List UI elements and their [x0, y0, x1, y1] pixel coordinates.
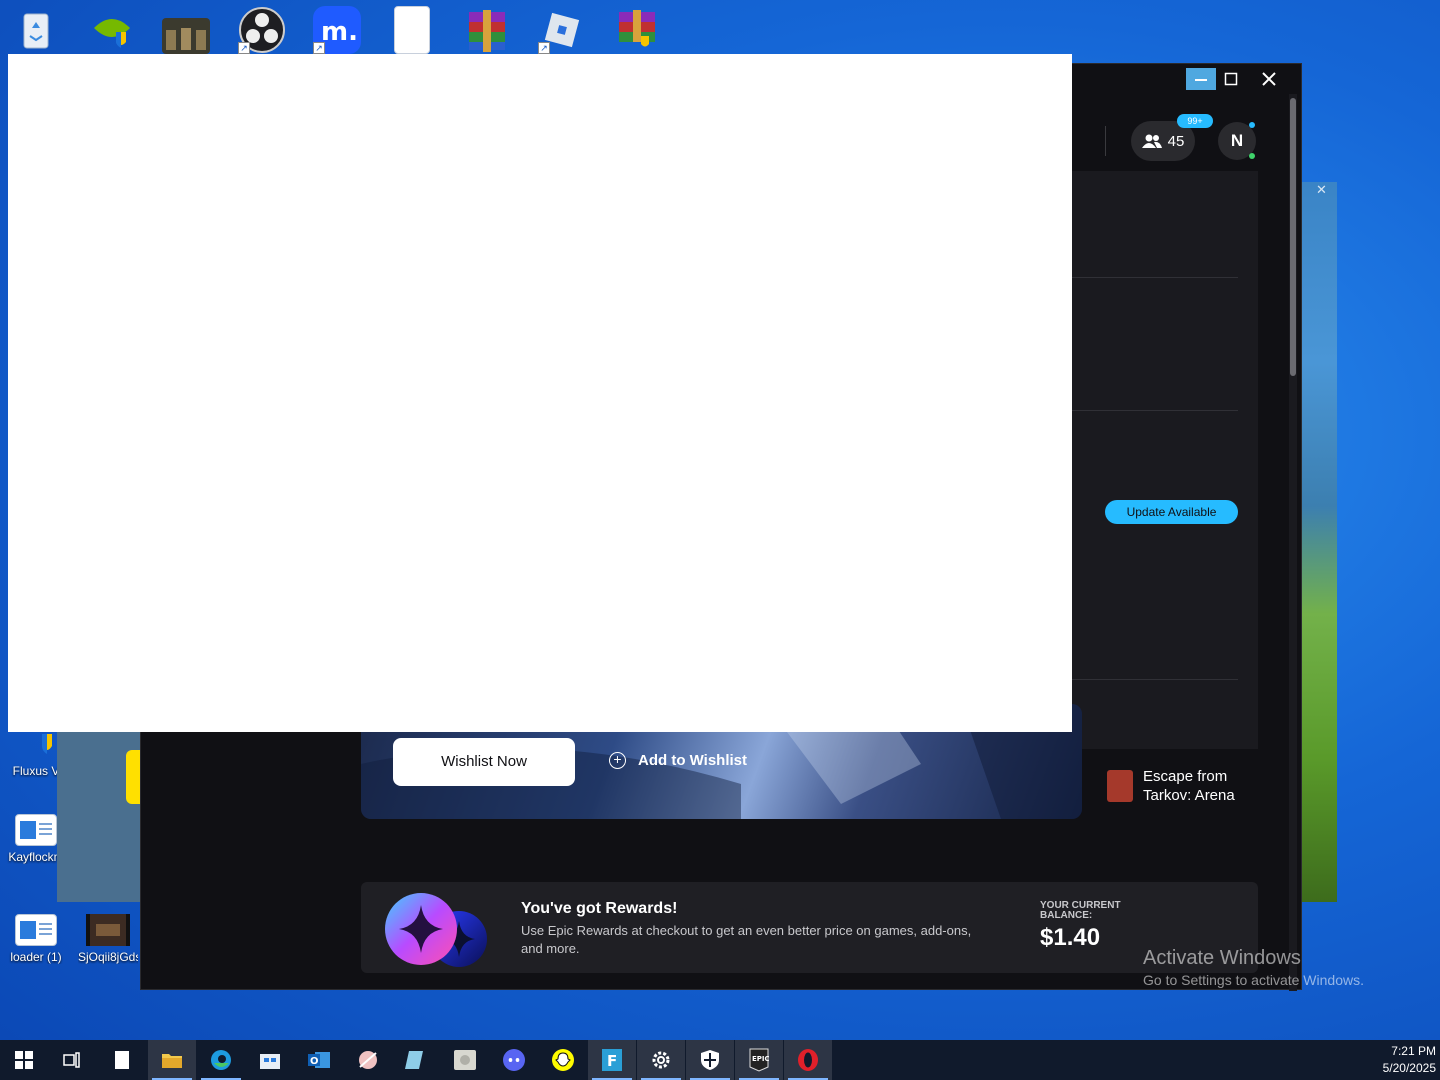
wishlist-now-button[interactable]: Wishlist Now	[393, 738, 575, 786]
add-circle-icon: +	[609, 752, 626, 769]
blank-window[interactable]	[8, 54, 1072, 732]
notebook-icon	[405, 1051, 423, 1069]
svg-text:O: O	[310, 1056, 319, 1067]
start-icon	[15, 1051, 33, 1069]
taskbar-settings[interactable]	[637, 1040, 685, 1080]
add-to-wishlist-button[interactable]: + Add to Wishlist	[609, 752, 747, 769]
photo-thumbnail-icon	[162, 18, 210, 54]
clock-time: 7:21 PM	[1391, 1044, 1436, 1058]
task-view-button[interactable]	[48, 1040, 96, 1080]
activate-windows-watermark: Activate Windows Go to Settings to activ…	[1143, 947, 1364, 988]
shield-icon	[12, 730, 60, 778]
desktop-icon-motrix[interactable]: m. ↗	[307, 6, 367, 54]
desktop-icon-label: loader (1)	[10, 950, 62, 964]
sidebar-game-title[interactable]: Escape from Tarkov: Arena	[1143, 767, 1253, 805]
edge-icon	[211, 1050, 231, 1070]
taskbar-epic-games[interactable]: EPIC	[735, 1040, 783, 1080]
security-icon	[701, 1050, 719, 1070]
discord-icon	[503, 1049, 525, 1071]
opera-icon	[798, 1049, 818, 1071]
desktop-icon-nvidia[interactable]	[82, 6, 142, 54]
balance-value: $1.40	[1040, 924, 1101, 951]
obs-studio-icon: ↗	[238, 6, 286, 54]
snipping-icon	[359, 1051, 377, 1069]
svg-text:F: F	[607, 1052, 617, 1070]
desktop-icon-obs[interactable]: ↗	[232, 6, 292, 54]
rewards-description: Use Epic Rewards at checkout to get an e…	[521, 923, 972, 956]
desktop-icon-roblox[interactable]: ↗	[532, 6, 592, 54]
notification-dot	[1249, 122, 1255, 128]
shortcut-arrow-icon: ↗	[538, 42, 550, 54]
minimize-button[interactable]	[1186, 68, 1216, 90]
outlook-icon: O	[308, 1052, 330, 1068]
taskbar-disc-image[interactable]	[441, 1040, 489, 1080]
taskbar-opera[interactable]	[784, 1040, 832, 1080]
taskbar-edge[interactable]	[197, 1040, 245, 1080]
svg-text:m.: m.	[321, 17, 358, 47]
nvidia-shield-icon	[88, 6, 136, 54]
scrollbar-thumb[interactable]	[1290, 98, 1296, 376]
disc-image-icon	[454, 1050, 476, 1070]
taskbar-security[interactable]	[686, 1040, 734, 1080]
taskbar-file-explorer[interactable]	[148, 1040, 196, 1080]
task-view-icon	[63, 1052, 80, 1068]
update-available-button[interactable]: Update Available	[1105, 500, 1238, 524]
clock-date: 5/20/2025	[1382, 1061, 1436, 1075]
desktop-icon-recycle-bin[interactable]	[6, 6, 66, 54]
game-thumbnail[interactable]	[1107, 770, 1133, 802]
taskbar-files[interactable]: F	[588, 1040, 636, 1080]
store-icon	[260, 1054, 280, 1069]
rewards-banner[interactable]: You've got Rewards! Use Epic Rewards at …	[361, 882, 1258, 973]
roblox-icon: ↗	[538, 6, 586, 54]
shortcut-arrow-icon: ↗	[313, 42, 325, 54]
settings-icon	[652, 1051, 670, 1069]
desktop-icon-winrar-1[interactable]	[457, 6, 517, 54]
taskbar-outlook[interactable]: O	[295, 1040, 343, 1080]
recycle-bin-icon	[12, 6, 60, 54]
files-app-icon: F	[602, 1049, 622, 1071]
desktop-icon-loader[interactable]: loader (1)	[6, 914, 66, 964]
watermark-title: Activate Windows	[1143, 947, 1301, 969]
desktop-icon-document[interactable]	[382, 6, 442, 54]
notepad-icon	[115, 1051, 129, 1069]
watermark-subtitle: Go to Settings to activate Windows.	[1143, 972, 1364, 988]
motrix-icon: m. ↗	[313, 6, 361, 54]
friends-count: 45	[1167, 132, 1185, 150]
video-thumbnail-icon	[86, 914, 130, 946]
desktop-icon-label: SjOqii8jGds.	[78, 950, 138, 964]
desktop-icon-photo[interactable]	[156, 6, 216, 54]
file-explorer-icon	[162, 1054, 182, 1068]
desktop-icon-video[interactable]: SjOqii8jGds.	[78, 914, 138, 964]
taskbar-notebook[interactable]	[392, 1040, 440, 1080]
taskbar-snapchat[interactable]	[539, 1040, 587, 1080]
header-divider	[1105, 126, 1106, 156]
close-button[interactable]	[1254, 68, 1284, 90]
snapchat-icon	[552, 1049, 574, 1071]
svg-text:EPIC: EPIC	[752, 1055, 769, 1063]
maximize-button[interactable]	[1216, 68, 1246, 90]
online-status-dot	[1249, 153, 1255, 159]
winrar-icon	[463, 6, 511, 54]
epic-games-icon: EPIC	[749, 1048, 769, 1072]
taskbar-notepad[interactable]	[98, 1040, 146, 1080]
taskbar-store[interactable]	[246, 1040, 294, 1080]
background-window[interactable]	[1300, 182, 1337, 902]
taskbar-discord[interactable]	[490, 1040, 538, 1080]
blank-document-icon	[394, 6, 430, 54]
rewards-title: You've got Rewards!	[521, 900, 678, 917]
friends-icon	[1141, 134, 1162, 148]
desktop-icon-winrar-2[interactable]	[607, 6, 667, 54]
balance-label: YOUR CURRENT BALANCE:	[1040, 900, 1121, 921]
add-to-wishlist-label: Add to Wishlist	[638, 752, 748, 769]
window-app-icon	[15, 814, 57, 846]
shortcut-arrow-icon: ↗	[238, 42, 250, 54]
window-app-icon	[15, 914, 57, 946]
system-clock[interactable]: 7:21 PM 5/20/2025	[1372, 1043, 1436, 1077]
notification-badge[interactable]: 99+	[1177, 114, 1213, 128]
winrar-shield-icon	[613, 6, 661, 54]
epic-rewards-star-icon	[385, 893, 487, 967]
close-icon[interactable]: ✕	[1316, 182, 1327, 198]
taskbar-snipping[interactable]	[344, 1040, 392, 1080]
start-button[interactable]	[0, 1040, 48, 1080]
